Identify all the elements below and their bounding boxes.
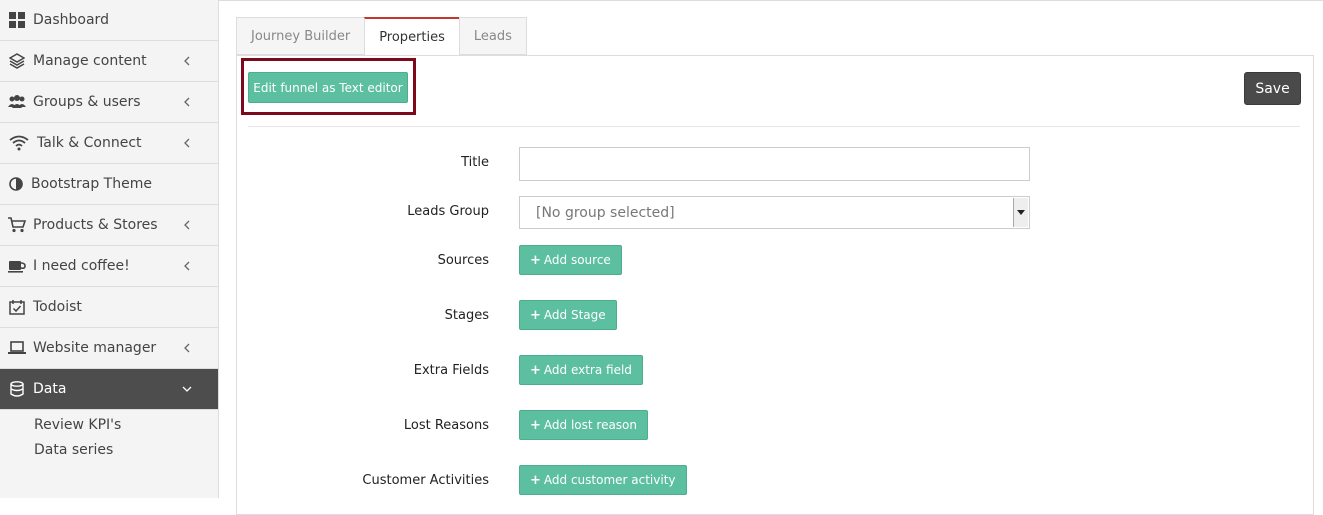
tab-leads[interactable]: Leads (458, 17, 527, 55)
cart-icon (8, 216, 26, 234)
sidebar-item-bootstrap-theme[interactable]: Bootstrap Theme (0, 164, 218, 205)
chevron-left-icon (184, 343, 190, 353)
layers-icon (8, 52, 26, 70)
plus-icon: + (530, 362, 541, 378)
chevron-left-icon (184, 56, 190, 66)
add-lost-reason-button[interactable]: + Add lost reason (519, 410, 649, 440)
coffee-icon (8, 257, 26, 275)
sidebar-subitem-data-series[interactable]: Data series (0, 440, 218, 462)
tab-bar: Journey Builder Properties Leads (236, 17, 527, 56)
extra-fields-label: Extra Fields (413, 363, 489, 378)
laptop-icon (8, 339, 26, 357)
sidebar-item-label: Website manager (33, 340, 157, 356)
wifi-icon (8, 134, 30, 152)
sidebar-item-label: Groups & users (33, 94, 141, 110)
stages-label: Stages (444, 308, 489, 323)
sidebar-item-groups-users[interactable]: Groups & users (0, 82, 218, 123)
sidebar-item-label: Data (33, 381, 67, 397)
sidebar-item-website-manager[interactable]: Website manager (0, 328, 218, 369)
sidebar-item-manage-content[interactable]: Manage content (0, 41, 218, 82)
sidebar-item-label: Todoist (33, 299, 82, 315)
chevron-down-icon (182, 386, 192, 392)
sidebar-item-label: Products & Stores (33, 217, 158, 233)
users-icon (8, 93, 26, 111)
divider (248, 126, 1300, 127)
sidebar-item-label: I need coffee! (33, 258, 130, 274)
sidebar-item-data[interactable]: Data (0, 369, 218, 410)
tab-properties[interactable]: Properties (364, 17, 460, 56)
chevron-left-icon (184, 261, 190, 271)
plus-icon: + (530, 307, 541, 323)
sidebar: Dashboard Manage content Groups & users … (0, 0, 219, 498)
add-stage-label: Add Stage (543, 308, 606, 322)
add-source-button[interactable]: + Add source (519, 245, 622, 275)
leads-group-select[interactable]: [No group selected] (519, 196, 1030, 229)
dropdown-arrow-icon[interactable] (1013, 198, 1028, 227)
calendar-check-icon (8, 298, 26, 316)
properties-panel (236, 55, 1314, 515)
title-input[interactable] (519, 147, 1030, 181)
sidebar-item-talk-connect[interactable]: Talk & Connect (0, 123, 218, 164)
tab-journey-builder[interactable]: Journey Builder (236, 17, 366, 55)
sidebar-item-todoist[interactable]: Todoist (0, 287, 218, 328)
add-lost-reason-label: Add lost reason (543, 418, 638, 432)
contrast-icon (8, 175, 24, 193)
add-customer-activity-button[interactable]: + Add customer activity (519, 465, 687, 495)
sidebar-item-dashboard[interactable]: Dashboard (0, 0, 218, 41)
sidebar-item-label: Bootstrap Theme (31, 176, 152, 192)
add-customer-activity-label: Add customer activity (543, 473, 676, 487)
chevron-left-icon (184, 138, 190, 148)
chevron-left-icon (184, 220, 190, 230)
sidebar-item-label: Talk & Connect (37, 135, 142, 151)
chevron-left-icon (184, 97, 190, 107)
add-extra-field-button[interactable]: + Add extra field (519, 355, 643, 385)
sidebar-item-coffee[interactable]: I need coffee! (0, 246, 218, 287)
save-button[interactable]: Save (1244, 72, 1301, 105)
sidebar-item-label: Manage content (33, 53, 147, 69)
title-label: Title (461, 155, 489, 170)
top-border (219, 0, 1323, 1)
edit-funnel-text-editor-button[interactable]: Edit funnel as Text editor (248, 72, 408, 103)
sources-label: Sources (437, 253, 489, 268)
plus-icon: + (530, 252, 541, 268)
plus-icon: + (530, 417, 541, 433)
add-source-label: Add source (543, 253, 611, 267)
add-stage-button[interactable]: + Add Stage (519, 300, 617, 330)
lost-reasons-label: Lost Reasons (403, 418, 489, 433)
sidebar-item-products-stores[interactable]: Products & Stores (0, 205, 218, 246)
add-extra-field-label: Add extra field (543, 363, 632, 377)
sidebar-subitem-review-kpis[interactable]: Review KPI's (0, 410, 218, 440)
plus-icon: + (530, 472, 541, 488)
leads-group-value: [No group selected] (536, 204, 675, 221)
customer-activities-label: Customer Activities (362, 473, 489, 488)
leads-group-label: Leads Group (407, 204, 489, 219)
sidebar-item-label: Dashboard (33, 12, 109, 28)
database-icon (8, 380, 26, 398)
dashboard-icon (8, 11, 26, 29)
